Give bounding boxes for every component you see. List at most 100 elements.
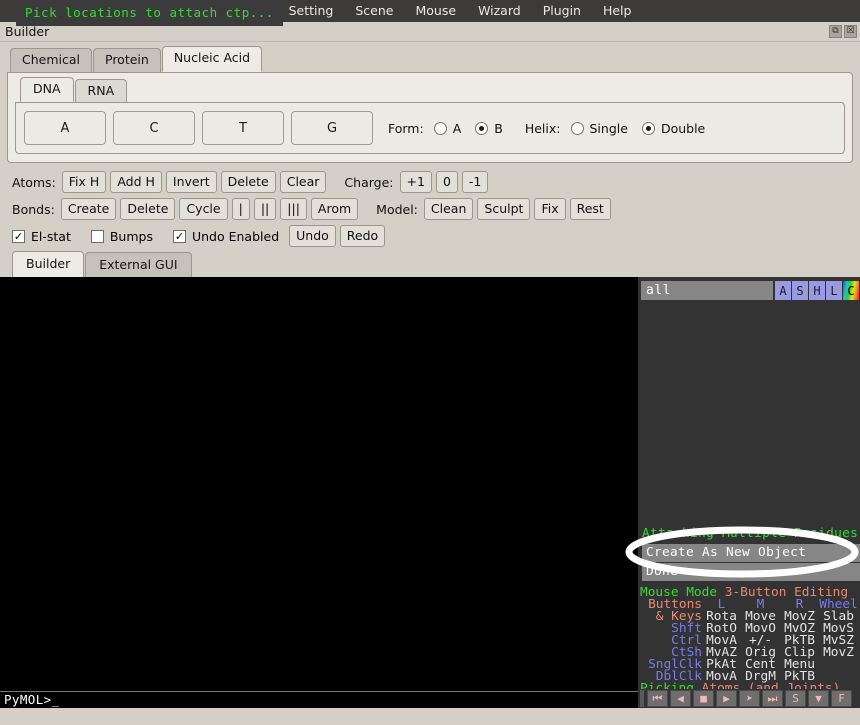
bonds-label: Bonds: <box>12 202 55 217</box>
base-button-c[interactable]: C <box>113 111 195 145</box>
form-label: Form: <box>388 121 424 136</box>
menu-item-scene[interactable]: Scene <box>344 1 404 21</box>
bonds-row: Bonds: Create Delete Cycle | || ||| Arom… <box>12 196 848 222</box>
tab-external-gui[interactable]: External GUI <box>85 252 191 278</box>
checkbox-bumps[interactable]: Bumps <box>91 229 153 244</box>
helix-radio-single[interactable]: Single <box>571 121 628 136</box>
nucleic-subtab-row: DNA RNA <box>15 79 845 102</box>
viewport-message: Pick locations to attach ctp... <box>16 0 283 26</box>
redo-button[interactable]: Redo <box>340 225 385 247</box>
tab-chemical[interactable]: Chemical <box>10 48 92 72</box>
full-screen-icon[interactable]: F <box>831 690 852 707</box>
radio-indicator <box>571 122 584 135</box>
atoms-fix-h-button[interactable]: Fix H <box>62 171 107 193</box>
charge-zero-button[interactable]: 0 <box>436 171 458 193</box>
bonds-arom-button[interactable]: Arom <box>311 198 358 220</box>
atoms-clear-button[interactable]: Clear <box>280 171 327 193</box>
checkbox-el-stat-label: El-stat <box>31 229 71 244</box>
movie-bar-handle[interactable] <box>640 690 644 707</box>
object-name-all[interactable]: all <box>641 281 773 300</box>
undo-button[interactable]: Undo <box>289 225 336 247</box>
close-icon[interactable]: ☒ <box>844 25 857 38</box>
builder-panel: Chemical Protein Nucleic Acid DNA RNA A … <box>0 42 860 278</box>
tab-protein[interactable]: Protein <box>93 48 161 72</box>
wizard-done-button[interactable]: Done <box>642 563 860 581</box>
helix-radio-single-label: Single <box>590 121 628 136</box>
charge-minus1-button[interactable]: -1 <box>462 171 488 193</box>
bonds-single-button[interactable]: | <box>232 198 250 220</box>
tab-builder[interactable]: Builder <box>12 251 84 278</box>
rep-button-label[interactable]: L <box>826 281 842 300</box>
checkbox-indicator: ✓ <box>12 230 25 243</box>
row-cell: MovZ <box>819 647 858 659</box>
radio-indicator <box>642 122 655 135</box>
play-icon[interactable]: ▶ <box>716 690 737 707</box>
step-back-icon[interactable]: ◀ <box>670 690 691 707</box>
checkbox-undo-enabled[interactable]: ✓ Undo Enabled <box>173 229 279 244</box>
model-clean-button[interactable]: Clean <box>424 198 473 220</box>
base-button-a[interactable]: A <box>24 111 106 145</box>
model-sculpt-button[interactable]: Sculpt <box>477 198 530 220</box>
stop-icon[interactable]: ■ <box>693 690 714 707</box>
step-forward-icon[interactable]: ➤ <box>739 690 760 707</box>
lower-tab-row: Builder External GUI <box>4 252 856 278</box>
maximize-icon[interactable]: ⧉ <box>829 25 842 38</box>
form-radio-b-label: B <box>494 121 503 136</box>
helix-label: Helix: <box>525 121 561 136</box>
wizard-prompt-block: Attaching Multiple Residues Create As Ne… <box>642 525 860 581</box>
nucleic-acid-panel: DNA RNA A C T G Form: A B Helix: Single <box>7 72 853 163</box>
pymol-command-prompt[interactable]: PyMOL>_ <box>0 691 638 708</box>
subtab-dna[interactable]: DNA <box>20 77 74 102</box>
form-radio-b[interactable]: B <box>475 121 503 136</box>
row-cell <box>819 659 858 671</box>
bonds-double-button[interactable]: || <box>254 198 276 220</box>
bonds-create-button[interactable]: Create <box>61 198 117 220</box>
form-radio-a-label: A <box>453 121 462 136</box>
menu-item-setting[interactable]: Setting <box>278 1 345 21</box>
tab-nucleic-acid[interactable]: Nucleic Acid <box>162 46 262 72</box>
checkbox-indicator <box>91 230 104 243</box>
main-area: Pick locations to attach ctp... PyMOL>_ … <box>0 277 860 708</box>
options-row: ✓ El-stat Bumps ✓ Undo Enabled Undo Redo <box>12 223 848 249</box>
checkbox-indicator: ✓ <box>173 230 186 243</box>
model-label: Model: <box>376 202 418 217</box>
bonds-cycle-button[interactable]: Cycle <box>179 198 227 220</box>
base-button-g[interactable]: G <box>291 111 373 145</box>
checkbox-bumps-label: Bumps <box>110 229 153 244</box>
atoms-add-h-button[interactable]: Add H <box>110 171 162 193</box>
form-radio-a[interactable]: A <box>434 121 462 136</box>
builder-tab-row: Chemical Protein Nucleic Acid <box>4 47 856 72</box>
molecular-viewport[interactable]: Pick locations to attach ctp... PyMOL>_ <box>0 277 638 708</box>
bonds-triple-button[interactable]: ||| <box>280 198 307 220</box>
atoms-row: Atoms: Fix H Add H Invert Delete Clear C… <box>12 169 848 195</box>
atoms-delete-button[interactable]: Delete <box>221 171 276 193</box>
rep-button-show[interactable]: S <box>792 281 808 300</box>
base-button-t[interactable]: T <box>202 111 284 145</box>
atoms-invert-button[interactable]: Invert <box>166 171 217 193</box>
rewind-to-start-icon[interactable]: ⏮ <box>647 690 668 707</box>
movie-down-icon[interactable]: ▼ <box>808 690 829 707</box>
model-rest-button[interactable]: Rest <box>570 198 611 220</box>
checkbox-undo-enabled-label: Undo Enabled <box>192 229 279 244</box>
wizard-create-as-new-object-button[interactable]: Create As New Object <box>642 544 860 562</box>
rep-button-hide[interactable]: H <box>809 281 825 300</box>
scroll-lock-icon[interactable]: S <box>785 690 806 707</box>
dna-panel: A C T G Form: A B Helix: Single Double <box>15 102 845 154</box>
movie-control-bar: ⏮ ◀ ■ ▶ ➤ ⏭ S ▼ F <box>638 689 860 708</box>
radio-indicator <box>434 122 447 135</box>
charge-plus1-button[interactable]: +1 <box>400 171 432 193</box>
menu-item-mouse[interactable]: Mouse <box>405 1 468 21</box>
rep-button-color[interactable]: C <box>843 281 859 300</box>
subtab-rna[interactable]: RNA <box>75 79 128 102</box>
checkbox-el-stat[interactable]: ✓ El-stat <box>12 229 71 244</box>
menu-item-wizard[interactable]: Wizard <box>467 1 532 21</box>
helix-radio-double[interactable]: Double <box>642 121 705 136</box>
object-row-all: all A S H L C <box>638 281 860 300</box>
window-buttons: ⧉ ☒ <box>829 25 857 38</box>
bonds-delete-button[interactable]: Delete <box>120 198 175 220</box>
forward-to-end-icon[interactable]: ⏭ <box>762 690 783 707</box>
menu-item-help[interactable]: Help <box>592 1 643 21</box>
model-fix-button[interactable]: Fix <box>534 198 565 220</box>
rep-button-actions[interactable]: A <box>775 281 791 300</box>
menu-item-plugin[interactable]: Plugin <box>532 1 592 21</box>
